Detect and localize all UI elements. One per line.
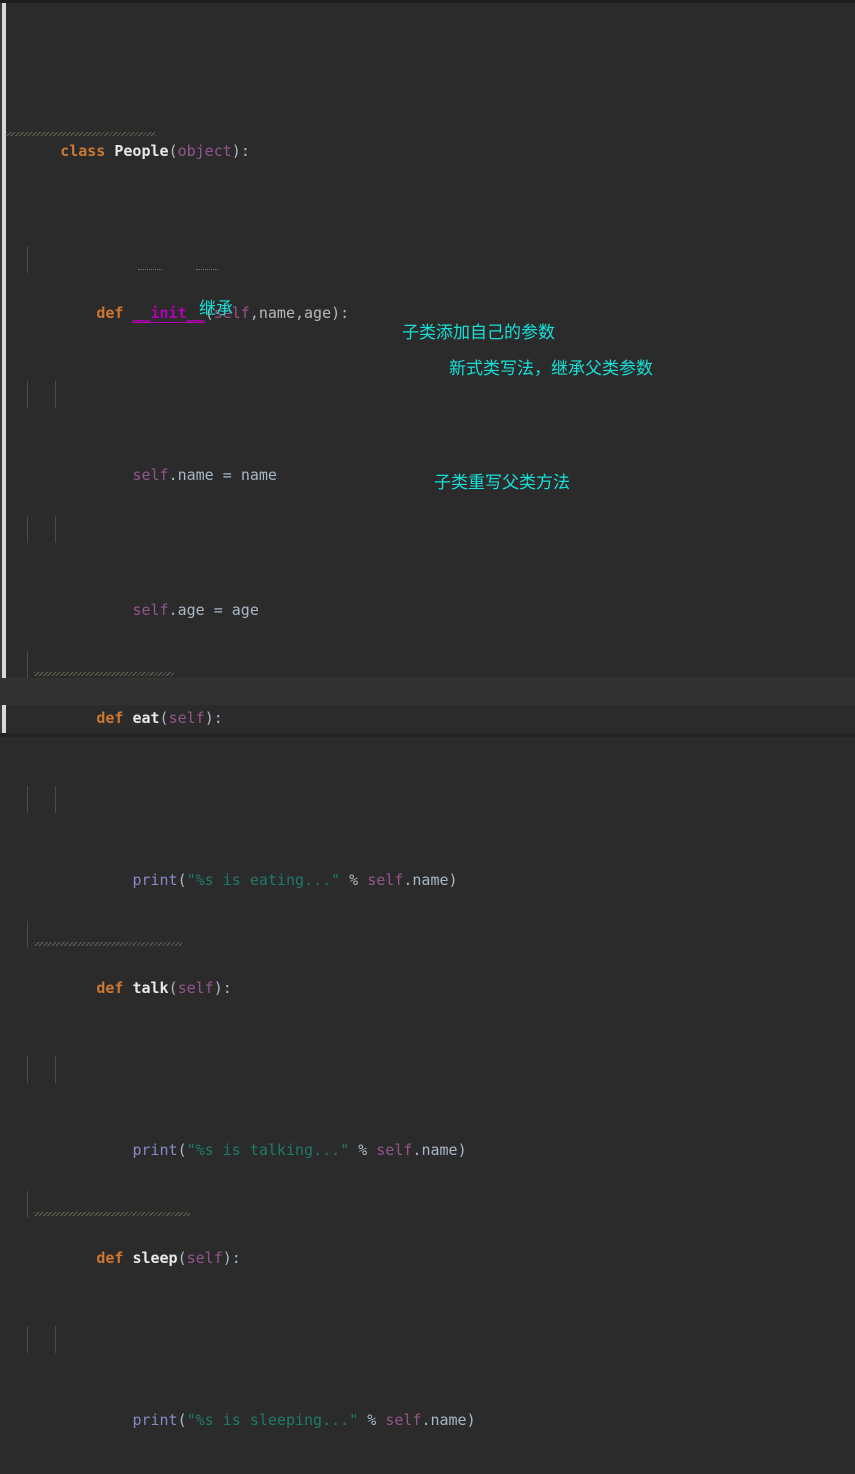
token-self: self (385, 1411, 422, 1429)
token-self: self (376, 1141, 413, 1159)
token-method-talk: talk (132, 979, 169, 997)
token-attr-age: age (177, 601, 205, 619)
code-line[interactable]: def __init__(self,name,age): (0, 246, 855, 323)
token-builtin-print: print (132, 1141, 178, 1159)
code-line[interactable]: self.name = name (0, 381, 855, 484)
warning-underline (196, 266, 218, 270)
code-line[interactable]: print("%s is sleeping..." % self.name) (0, 1326, 855, 1429)
indent-guide (55, 1326, 56, 1353)
code-content[interactable]: class People(object): def __init__(self,… (0, 3, 855, 1474)
editor-bottom-edge (0, 733, 855, 737)
token-self: self (132, 601, 169, 619)
code-line[interactable]: class People(object): (0, 111, 855, 160)
annotation-subclass-params: 子类添加自己的参数 (402, 323, 555, 343)
token-self: self (367, 871, 404, 889)
token-string-talking: "%s is talking..." (186, 1141, 350, 1159)
indent-guide (27, 786, 28, 813)
warning-underline (34, 1212, 190, 1216)
token-self: self (168, 709, 205, 727)
token-string-eating: "%s is eating..." (186, 871, 341, 889)
token-keyword-def: def (96, 304, 124, 322)
token-builtin-print: print (132, 871, 178, 889)
token-class-people: People (114, 142, 169, 160)
indent-guide (55, 516, 56, 543)
code-line[interactable]: print("%s is eating..." % self.name) (0, 786, 855, 889)
token-magic-init: __init__ (132, 304, 205, 323)
warning-underline (6, 132, 156, 136)
indent-guide (27, 651, 28, 678)
warning-underline (34, 942, 182, 946)
token-attr-name: name (177, 466, 214, 484)
token-method-sleep: sleep (132, 1249, 178, 1267)
token-attr-name: name (412, 871, 449, 889)
token-attr-name: name (421, 1141, 458, 1159)
indent-guide (27, 1191, 28, 1218)
code-line[interactable]: def eat(self): (0, 651, 855, 727)
token-builtin-print: print (132, 1411, 178, 1429)
indent-guide (27, 1056, 28, 1083)
warning-underline (138, 266, 162, 270)
annotation-inherit: 继承 (199, 299, 233, 319)
indent-guide (27, 1326, 28, 1353)
warning-underline (34, 672, 174, 676)
token-keyword-class: class (60, 142, 106, 160)
indent-guide (27, 516, 28, 543)
token-method-eat: eat (132, 709, 160, 727)
token-string-sleeping: "%s is sleeping..." (186, 1411, 359, 1429)
token-self: self (186, 1249, 223, 1267)
token-base-object: object (177, 142, 232, 160)
code-line[interactable]: def talk(self): (0, 921, 855, 997)
token-value-age: age (231, 601, 259, 619)
token-param-age: age (304, 304, 332, 322)
token-param-name: name (258, 304, 295, 322)
indent-guide (55, 381, 56, 408)
annotation-new-style-class: 新式类写法，继承父类参数 (449, 359, 653, 379)
token-value-name: name (240, 466, 277, 484)
token-self: self (177, 979, 214, 997)
annotation-override-method: 子类重写父类方法 (434, 473, 570, 493)
code-editor[interactable]: class People(object): def __init__(self,… (0, 0, 855, 1429)
indent-guide (55, 1056, 56, 1083)
token-keyword-def: def (96, 709, 124, 727)
indent-guide (27, 246, 28, 273)
indent-guide (55, 786, 56, 813)
token-attr-name: name (430, 1411, 467, 1429)
code-line[interactable]: self.age = age (0, 516, 855, 619)
token-keyword-def: def (96, 979, 124, 997)
code-line[interactable]: def sleep(self): (0, 1191, 855, 1267)
indent-guide (27, 921, 28, 948)
indent-guide (27, 381, 28, 408)
code-line-blank[interactable] (0, 1461, 855, 1474)
token-self: self (132, 466, 169, 484)
code-line[interactable]: print("%s is talking..." % self.name) (0, 1056, 855, 1159)
token-keyword-def: def (96, 1249, 124, 1267)
